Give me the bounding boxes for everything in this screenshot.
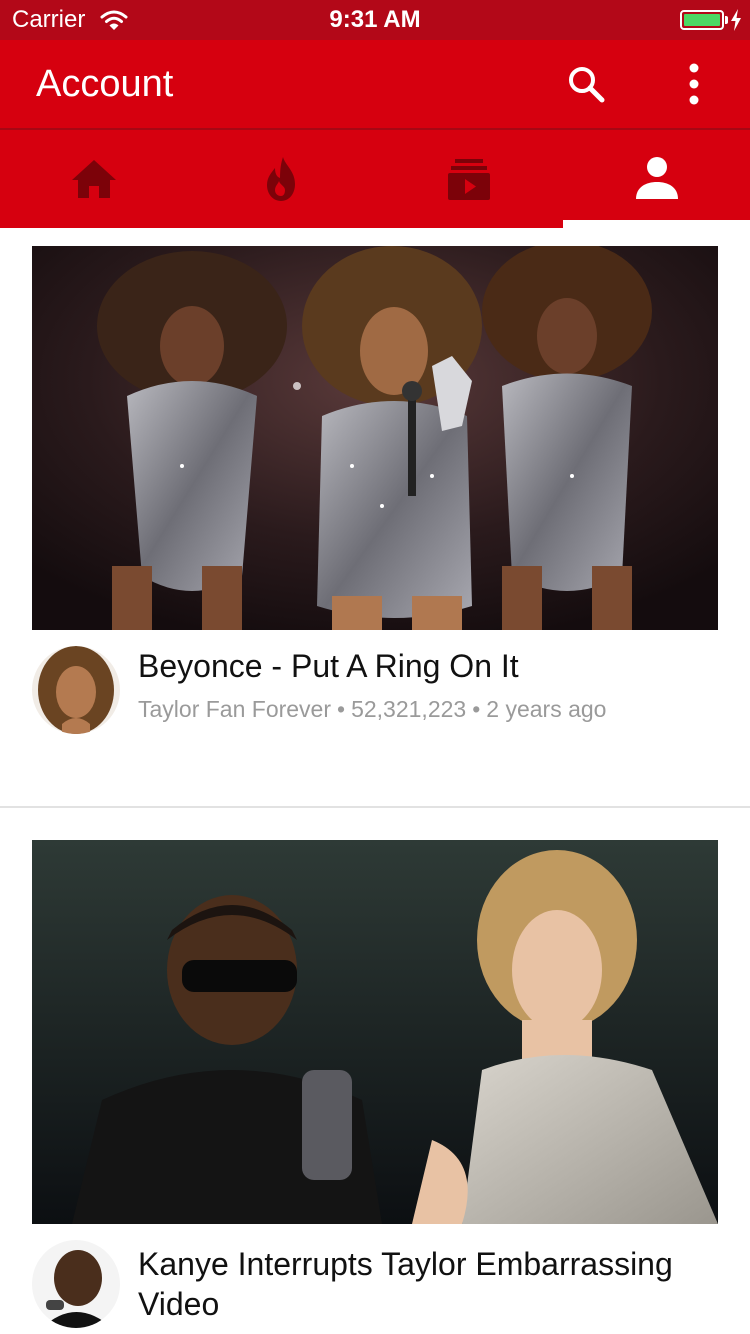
search-button[interactable] xyxy=(562,60,610,108)
tab-subscriptions[interactable] xyxy=(375,130,562,228)
status-bar: Carrier 9:31 AM xyxy=(0,0,750,40)
page-title: Account xyxy=(36,63,174,105)
video-thumbnail[interactable] xyxy=(32,840,718,1224)
video-card[interactable]: Kanye Interrupts Taylor Embarrassing Vid… xyxy=(0,808,750,1334)
channel-name[interactable]: Taylor Fan Forever xyxy=(138,696,331,722)
status-time: 9:31 AM xyxy=(329,6,421,33)
video-title[interactable]: Beyonce - Put A Ring On It xyxy=(138,646,728,686)
battery-level xyxy=(684,14,720,26)
subscriptions-icon xyxy=(447,159,490,200)
video-title[interactable]: Kanye Interrupts Taylor Embarrassing Vid… xyxy=(138,1244,728,1324)
fire-icon xyxy=(266,157,295,201)
more-options-button[interactable] xyxy=(670,60,718,108)
tab-account[interactable] xyxy=(563,130,750,228)
battery-tip xyxy=(725,16,728,24)
person-icon xyxy=(635,157,678,199)
battery-icon xyxy=(680,10,724,30)
app-bar: Account xyxy=(0,40,750,128)
meta-separator: • xyxy=(337,696,346,722)
tab-trending[interactable] xyxy=(187,130,374,228)
tab-bar xyxy=(0,130,750,228)
meta-separator: • xyxy=(472,696,481,722)
video-thumbnail[interactable] xyxy=(32,246,718,630)
charging-icon xyxy=(730,8,742,32)
video-card[interactable]: Beyonce - Put A Ring On It Taylor Fan Fo… xyxy=(0,228,750,806)
search-icon xyxy=(569,67,605,103)
tab-home[interactable] xyxy=(0,130,187,228)
home-icon xyxy=(71,160,116,198)
video-meta: Taylor Fan Forever • 52,321,223 • 2 years ag… xyxy=(138,694,606,724)
upload-age: 2 years ago xyxy=(486,696,607,722)
selected-tab-indicator xyxy=(563,220,750,228)
view-count: 52,321,223 xyxy=(351,696,467,722)
more-vertical-icon xyxy=(689,63,699,105)
channel-avatar[interactable] xyxy=(32,1240,120,1328)
channel-avatar[interactable] xyxy=(32,646,120,734)
